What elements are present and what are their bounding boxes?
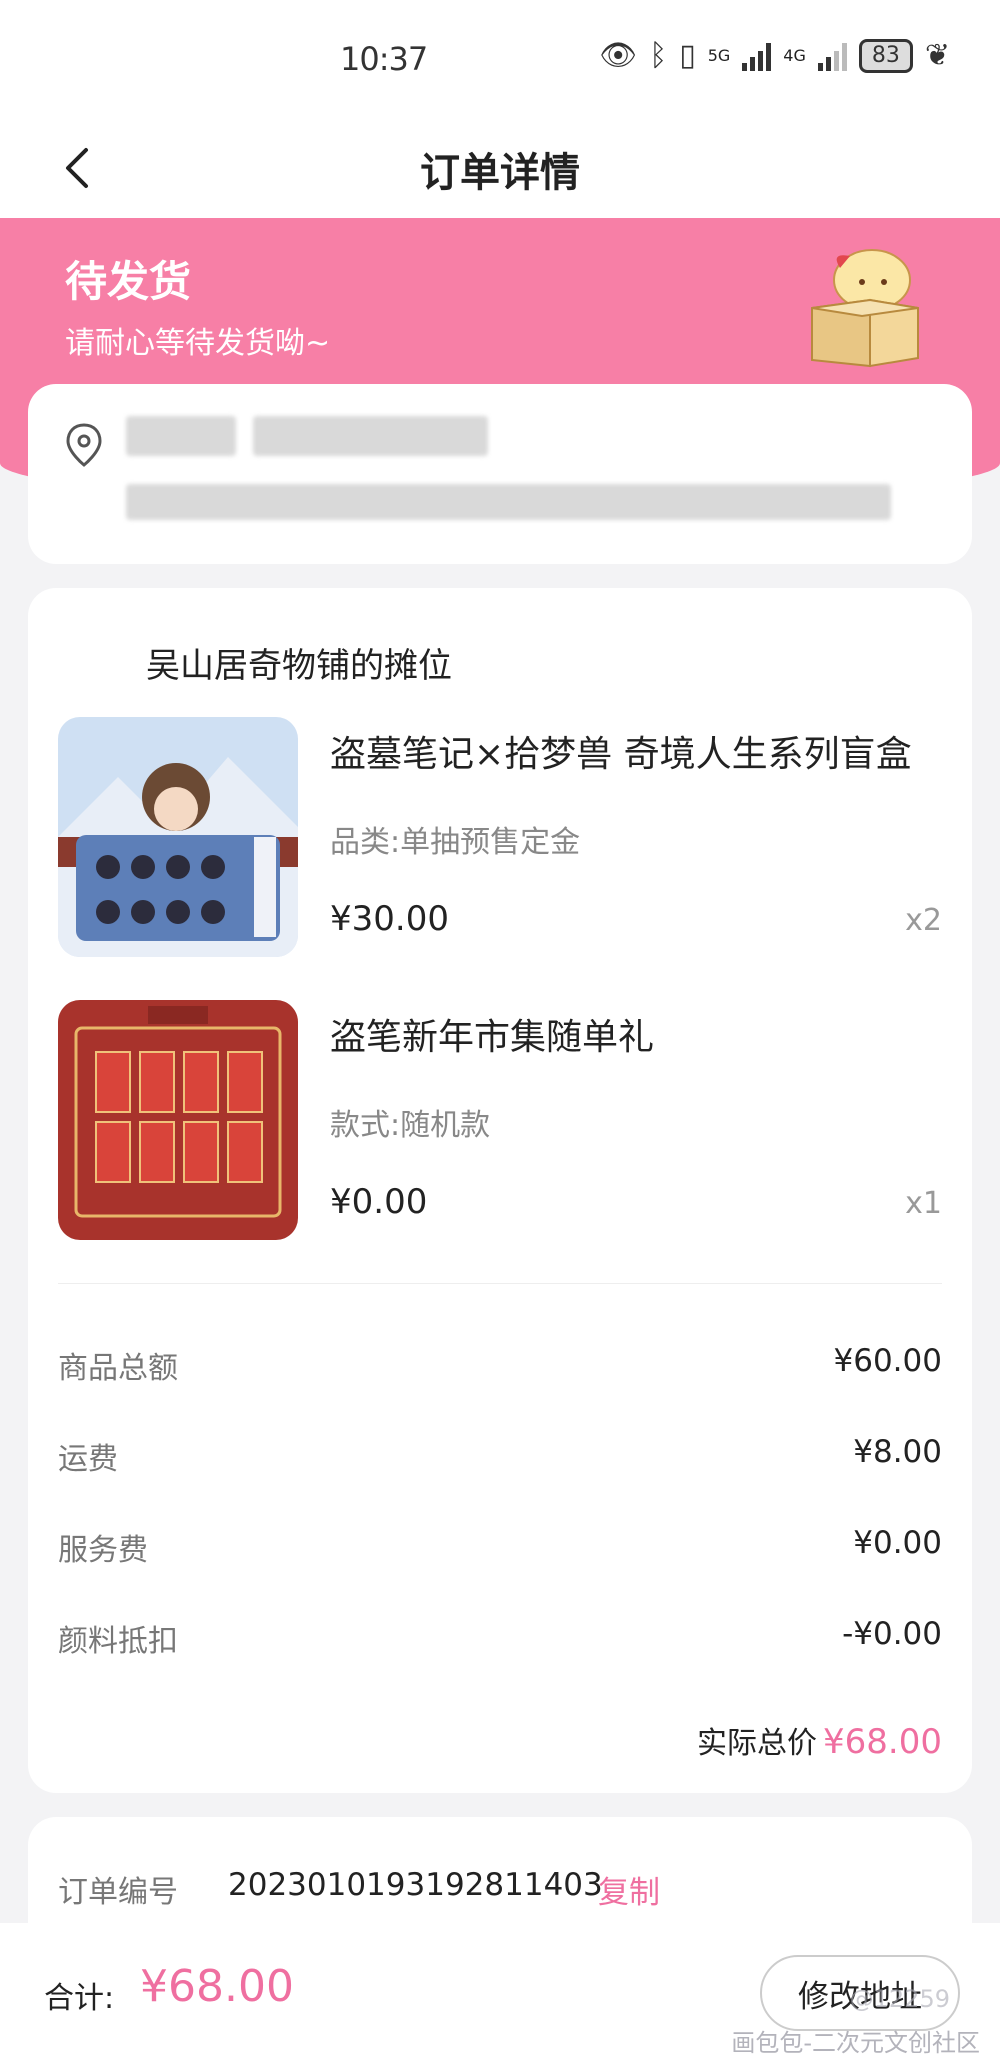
summary-label: 运费 [58,1442,118,1477]
location-pin-icon [66,423,102,467]
product-qty: x1 [905,1186,942,1221]
product-name: 盗笔新年市集随单礼 [330,1017,655,1058]
network-4g-label: 4G [783,46,806,65]
product-price: ¥30.00 [330,899,449,939]
bluetooth-icon: ᛒ [649,38,668,73]
status-bar: 10:37 👁 ᛒ ▯ 5G 4G 83 ❦ [0,0,1000,118]
watermark: 画包包-二次元文创社区 [731,2029,980,2057]
product-price: ¥0.00 [330,1182,428,1222]
shop-name[interactable]: 吴山居奇物铺的摊位 [146,638,452,687]
divider [58,1283,942,1284]
order-card: 吴山居奇物铺的摊位 盗墓笔记×拾梦兽 奇境人生系列盲盒 品类:单抽预售定金 ¥3… [28,588,972,1793]
network-5g-label: 5G [707,46,731,65]
nav-bar: 订单详情 [0,118,1000,218]
bottom-bar: 合计: ¥68.00 修改地址 @12259 画包包-二次元文创社区 [0,1923,1000,2063]
product-image [58,717,298,957]
summary-row: 运费 ¥8.00 [58,1434,942,1484]
total-value: ¥68.00 [823,1722,942,1762]
watermark-user: @12259 [849,1985,950,2013]
product-item[interactable]: 盗墓笔记×拾梦兽 奇境人生系列盲盒 品类:单抽预售定金 ¥30.00 x2 [58,717,942,957]
order-status: 待发货 [65,257,192,306]
order-no-label: 订单编号 [58,1875,178,1910]
order-no: 2023010193192811403 [228,1867,603,1903]
product-spec: 品类:单抽预售定金 [330,825,581,860]
sum-value: ¥68.00 [140,1961,294,2012]
address-card[interactable] [28,384,972,564]
actual-total: 实际总价 ¥68.00 [697,1718,942,1762]
signal-icon [742,41,772,71]
product-item[interactable]: 盗笔新年市集随单礼 款式:随机款 ¥0.00 x1 [58,1000,942,1240]
status-icons: 👁 ᛒ ▯ 5G 4G 83 ❦ [599,38,950,73]
status-subtitle: 请耐心等待发货呦~ [65,326,331,361]
product-name: 盗墓笔记×拾梦兽 奇境人生系列盲盒 [330,734,912,775]
address-redacted [126,484,891,520]
signal-icon-2 [817,41,847,71]
summary-value: ¥0.00 [853,1525,942,1561]
total-label: 实际总价 [697,1726,818,1761]
product-qty: x2 [905,903,942,938]
copy-button[interactable]: 复制 [598,1867,660,1912]
summary-row: 服务费 ¥0.00 [58,1525,942,1575]
clock: 10:37 [340,40,428,78]
mascot-box-icon [811,249,919,368]
summary-label: 颜料抵扣 [58,1624,178,1659]
eye-icon: 👁 [599,38,638,73]
recipient-name-redacted [126,416,236,456]
summary-row: 颜料抵扣 -¥0.00 [58,1616,942,1666]
page-title: 订单详情 [420,150,580,196]
summary-label: 商品总额 [58,1351,178,1386]
product-image [58,1000,298,1240]
product-spec: 款式:随机款 [330,1108,491,1143]
recipient-phone-redacted [253,416,488,456]
leaf-icon: ❦ [924,38,950,73]
summary-value: -¥0.00 [842,1616,942,1652]
summary-row: 商品总额 ¥60.00 [58,1343,942,1393]
summary-value: ¥8.00 [853,1434,942,1470]
battery-icon: 83 [858,38,913,73]
summary-label: 服务费 [58,1533,148,1568]
summary-value: ¥60.00 [833,1343,942,1379]
sum-label: 合计: [44,1981,115,2016]
vibrate-icon: ▯ [679,38,696,73]
